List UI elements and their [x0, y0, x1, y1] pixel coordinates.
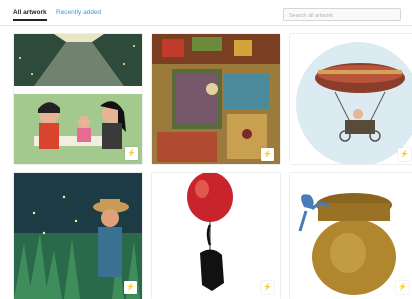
search-input[interactable] [283, 8, 401, 21]
lightning-icon[interactable]: ⚡ [124, 281, 137, 294]
artwork-tile-couple-dinner[interactable]: ⚡ [14, 34, 142, 164]
tab-recently-added[interactable]: Recently added [56, 9, 101, 16]
artwork-tile-honey-pot[interactable]: ⚡ [290, 173, 412, 299]
top-bar: All artwork Recently added [0, 0, 412, 28]
lightning-icon[interactable]: ⚡ [261, 281, 274, 294]
artwork-tile-room[interactable]: ⚡ [152, 34, 280, 164]
active-tab-underline [13, 19, 47, 21]
artwork-tile-airship[interactable]: ⚡ [290, 34, 412, 164]
lightning-icon[interactable]: ⚡ [396, 281, 409, 294]
artwork-image [152, 34, 280, 164]
artwork-tile-boy-grass[interactable]: ⚡ [14, 173, 142, 299]
lightning-icon[interactable]: ⚡ [398, 148, 411, 161]
artwork-image [290, 173, 412, 299]
lightning-icon[interactable]: ⚡ [125, 147, 138, 160]
divider [0, 25, 412, 26]
artwork-image [14, 34, 142, 164]
artwork-image [290, 34, 412, 164]
lightning-icon[interactable]: ⚡ [261, 148, 274, 161]
tab-all-artwork[interactable]: All artwork [13, 9, 47, 16]
artwork-tile-balloon[interactable]: ⚡ [152, 173, 280, 299]
artwork-image [14, 173, 142, 299]
